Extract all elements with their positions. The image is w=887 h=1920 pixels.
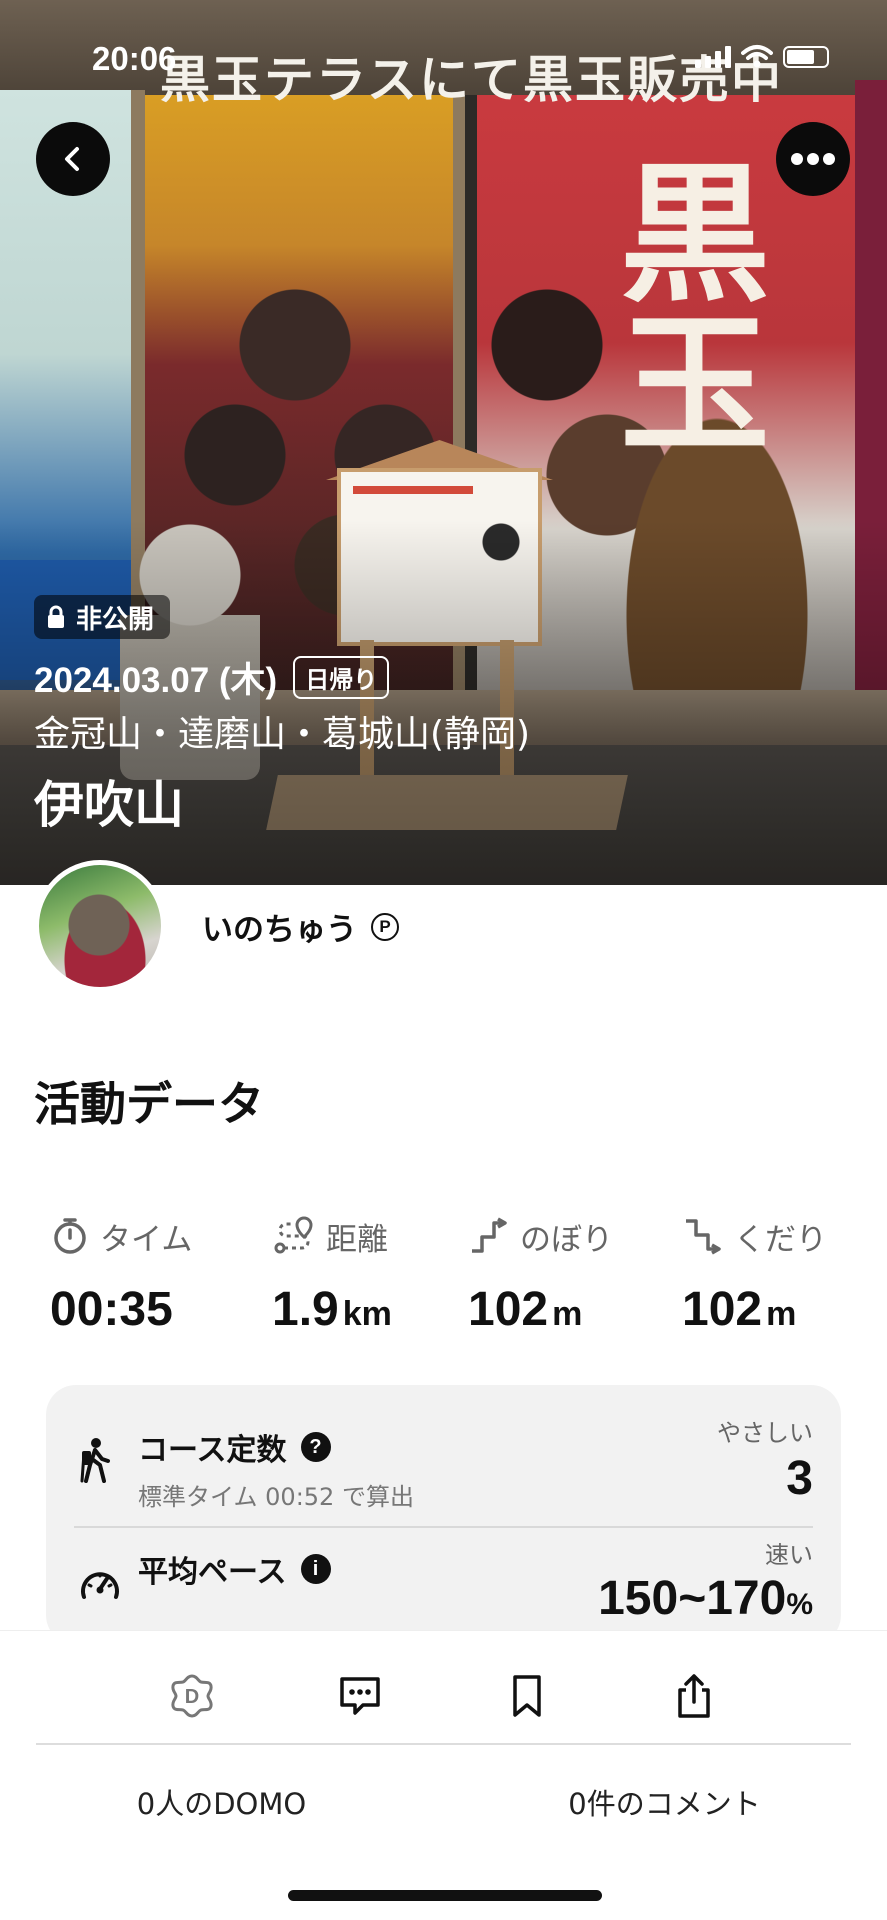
user-name-row[interactable]: いのちゅう P <box>202 904 399 949</box>
section-title-activity: 活動データ <box>34 1077 264 1131</box>
domo-button[interactable]: D <box>157 1661 227 1731</box>
bottom-bar-divider <box>36 1743 851 1745</box>
info-icon[interactable]: i <box>300 1554 331 1584</box>
course-info-card: コース定数 ? 標準タイム 00:52 で算出 やさしい 3 平均ペース i 速… <box>46 1385 841 1645</box>
course-constant-title: コース定数 <box>138 1433 287 1468</box>
stat-value: 102 <box>682 1283 763 1336</box>
comment-icon <box>340 1677 380 1715</box>
speedometer-icon <box>81 1572 119 1599</box>
stat-label: のぼり <box>520 1221 613 1258</box>
status-icons <box>695 44 829 68</box>
user-name: いのちゅう <box>202 912 357 948</box>
stat-value: 00:35 <box>50 1283 173 1336</box>
stat-ascent: のぼり 102 m <box>468 1210 678 1337</box>
stat-value: 102 <box>468 1283 549 1336</box>
avatar[interactable] <box>34 860 166 992</box>
comment-button[interactable] <box>325 1661 395 1731</box>
course-constant-row[interactable]: コース定数 ? 標準タイム 00:52 で算出 やさしい 3 <box>46 1385 841 1525</box>
lock-icon <box>48 605 64 628</box>
course-constant-subtitle: 標準タイム 00:52 で算出 <box>138 1483 414 1511</box>
activity-title: 伊吹山 <box>34 776 184 834</box>
average-pace-value: 150~170 <box>598 1572 787 1625</box>
share-icon <box>678 1674 710 1718</box>
domo-count[interactable]: 0人のDOMO <box>0 1781 443 1823</box>
svg-text:D: D <box>185 1686 199 1708</box>
activity-stats: タイム 00:35 距離 1.9 km のぼり 102 m くだり 102 m <box>0 1210 887 1350</box>
stat-time: タイム 00:35 <box>50 1210 260 1337</box>
premium-icon: P <box>371 912 399 941</box>
average-pace-title: 平均ペース <box>138 1555 287 1590</box>
share-button[interactable] <box>659 1661 729 1731</box>
domo-icon: D <box>171 1674 213 1718</box>
wifi-icon <box>741 45 773 68</box>
mountain-area[interactable]: 金冠山・達磨山・葛城山(静岡) <box>34 705 530 757</box>
trip-type-tag: 日帰り <box>293 656 390 699</box>
descent-icon <box>686 1219 721 1255</box>
stat-unit: m <box>552 1295 583 1333</box>
stat-label: くだり <box>734 1221 827 1258</box>
route-icon <box>274 1216 313 1254</box>
course-constant-value: 3 <box>786 1452 813 1505</box>
comment-count[interactable]: 0件のコメント <box>443 1781 886 1823</box>
activity-date-line: 2024.03.07 (木) 日帰り <box>34 652 390 703</box>
private-badge: 非公開 <box>34 595 171 639</box>
course-difficulty-label: やさしい <box>717 1419 813 1447</box>
question-icon[interactable]: ? <box>300 1432 331 1462</box>
hiker-icon <box>80 1438 110 1483</box>
ascent-icon <box>472 1217 507 1253</box>
battery-icon <box>783 46 829 68</box>
back-button[interactable] <box>36 122 110 196</box>
more-options-button[interactable] <box>776 122 850 196</box>
ellipsis-icon <box>791 153 835 165</box>
stat-distance: 距離 1.9 km <box>272 1210 482 1337</box>
average-pace-unit: % <box>786 1588 813 1621</box>
stat-descent: くだり 102 m <box>682 1210 887 1337</box>
average-pace-row[interactable]: 平均ペース i 速い 150~170% <box>46 1527 841 1645</box>
bookmark-icon <box>513 1675 541 1717</box>
chevron-left-icon <box>65 147 79 171</box>
home-indicator <box>288 1890 602 1901</box>
signal-icon <box>695 44 731 68</box>
private-label: 非公開 <box>76 604 155 635</box>
stat-unit: km <box>342 1295 392 1333</box>
bottom-action-bar: D 0人のDOMO 0件のコメント <box>0 1630 887 1920</box>
pace-rating-label: 速い <box>765 1541 813 1569</box>
stat-label: 距離 <box>326 1221 388 1258</box>
stat-value: 1.9 <box>272 1283 339 1336</box>
status-time: 20:06 <box>92 40 177 77</box>
stat-label: タイム <box>100 1221 193 1258</box>
activity-date: 2024.03.07 (木) <box>34 661 278 700</box>
bookmark-button[interactable] <box>492 1661 562 1731</box>
stopwatch-icon <box>54 1218 86 1254</box>
store-mark: 黒玉 <box>620 147 771 473</box>
activity-detail-page: 黒玉 黒玉テラスにて黒玉販売中 20:06 非公開 2024.03.07 (木)… <box>0 0 887 1920</box>
stat-unit: m <box>766 1295 797 1333</box>
